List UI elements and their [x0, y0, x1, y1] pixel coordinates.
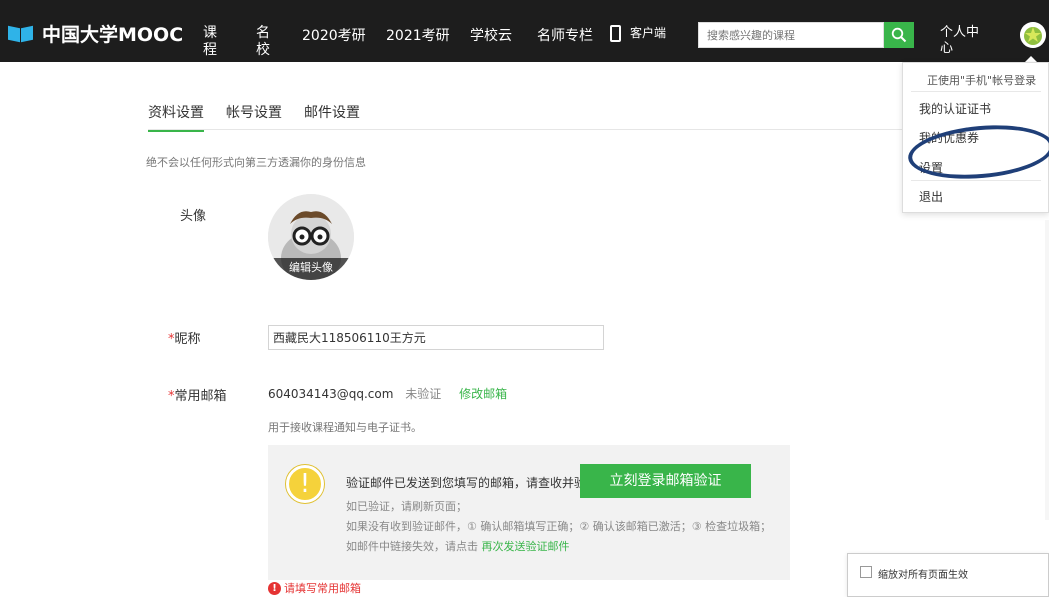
- verify-hint-refresh: 如已验证，请刷新页面；: [346, 500, 467, 513]
- menu-item-certificates[interactable]: 我的认证证书: [919, 100, 991, 117]
- modify-email-link[interactable]: 修改邮箱: [459, 387, 507, 401]
- login-email-verify-button[interactable]: 立刻登录邮箱验证: [580, 464, 751, 498]
- left-gutter: [0, 62, 128, 597]
- phone-icon[interactable]: [610, 25, 621, 42]
- search-input[interactable]: [699, 23, 879, 47]
- edit-avatar-overlay[interactable]: 编辑头像: [268, 258, 354, 280]
- verify-resend-prefix: 如邮件中链接失效，请点击: [346, 540, 478, 553]
- privacy-notice: 绝不会以任何形式向第三方透漏你的身份信息: [146, 156, 366, 169]
- user-dropdown-menu: 正使用"手机"帐号登录 我的认证证书 我的优惠券 设置 退出: [902, 62, 1049, 213]
- dropdown-divider: [911, 180, 1041, 181]
- nav-item-courses[interactable]: 课程: [203, 25, 219, 59]
- tab-divider: [148, 129, 946, 130]
- top-nav-bar: 中国大学MOOC 课程 名校 2020考研 2021考研 学校云 名师专栏 客户…: [0, 0, 1049, 62]
- nickname-label-text: 昵称: [174, 332, 201, 347]
- personal-center-link[interactable]: 个人中心: [940, 25, 980, 57]
- email-hint: 用于接收课程通知与电子证书。: [268, 421, 422, 434]
- right-edge-strip: [1045, 220, 1049, 520]
- search-box: [698, 22, 884, 48]
- verification-message: 验证邮件已发送到您填写的邮箱，请查收并验证。: [346, 476, 611, 490]
- email-label: *常用邮箱: [168, 385, 227, 404]
- verification-notice-box: ! 验证邮件已发送到您填写的邮箱，请查收并验证。 立刻登录邮箱验证 如已验证，请…: [268, 445, 790, 580]
- email-value: 604034143@qq.com: [268, 387, 394, 401]
- menu-item-coupons[interactable]: 我的优惠券: [919, 129, 979, 146]
- client-app-link[interactable]: 客户端: [630, 24, 666, 41]
- nickname-label: *昵称: [168, 328, 201, 347]
- tab-profile-settings[interactable]: 资料设置: [148, 102, 204, 132]
- nav-item-kaoyan-2021[interactable]: 2021考研: [386, 25, 450, 45]
- search-button[interactable]: [884, 22, 914, 48]
- warning-icon: !: [286, 465, 324, 503]
- zoom-all-pages-label: 缩放对所有页面生效: [878, 570, 968, 581]
- menu-item-settings[interactable]: 设置: [919, 159, 943, 176]
- profile-avatar[interactable]: 编辑头像: [268, 194, 354, 280]
- email-status: 未验证: [405, 387, 442, 401]
- avatar-star-icon: [1020, 22, 1046, 48]
- nav-item-teacher-column[interactable]: 名师专栏: [537, 25, 593, 45]
- email-label-text: 常用邮箱: [174, 389, 227, 404]
- dropdown-divider: [911, 91, 1041, 92]
- zoom-all-pages-checkbox[interactable]: [860, 566, 872, 578]
- user-avatar[interactable]: [1020, 22, 1046, 48]
- nav-item-kaoyan-2020[interactable]: 2020考研: [302, 25, 366, 45]
- email-row: 604034143@qq.com 未验证 修改邮箱: [268, 385, 507, 402]
- verify-hint-checklist: 如果没有收到验证邮件，① 确认邮箱填写正确；② 确认该邮箱已激活；③ 检查垃圾箱…: [346, 520, 772, 533]
- nav-item-schools[interactable]: 名校: [256, 25, 272, 59]
- site-logo[interactable]: 中国大学MOOC: [8, 20, 183, 47]
- email-error-text: 请填写常用邮箱: [284, 582, 361, 595]
- verify-hint-resend: 如邮件中链接失效，请点击 再次发送验证邮件: [346, 538, 570, 554]
- nickname-input[interactable]: [268, 325, 604, 350]
- email-error-message: ! 请填写常用邮箱: [268, 580, 361, 596]
- logo-book-icon: [8, 24, 38, 44]
- tab-account-settings[interactable]: 帐号设置: [226, 102, 282, 132]
- settings-panel: 资料设置 帐号设置 邮件设置 绝不会以任何形式向第三方透漏你的身份信息 头像 编…: [128, 62, 946, 597]
- zoom-popup: 缩放对所有页面生效: [847, 553, 1049, 597]
- tab-email-settings[interactable]: 邮件设置: [304, 102, 360, 132]
- logo-text: 中国大学MOOC: [42, 24, 184, 46]
- avatar-label: 头像: [180, 209, 207, 224]
- nav-item-school-cloud[interactable]: 学校云: [470, 25, 512, 45]
- login-status-header: 正使用"手机"帐号登录: [927, 74, 1037, 87]
- settings-tabs: 资料设置 帐号设置 邮件设置: [148, 102, 382, 132]
- resend-verification-link[interactable]: 再次发送验证邮件: [482, 540, 570, 553]
- menu-item-logout[interactable]: 退出: [919, 188, 943, 205]
- search-icon: [891, 27, 907, 43]
- error-icon: !: [268, 581, 281, 595]
